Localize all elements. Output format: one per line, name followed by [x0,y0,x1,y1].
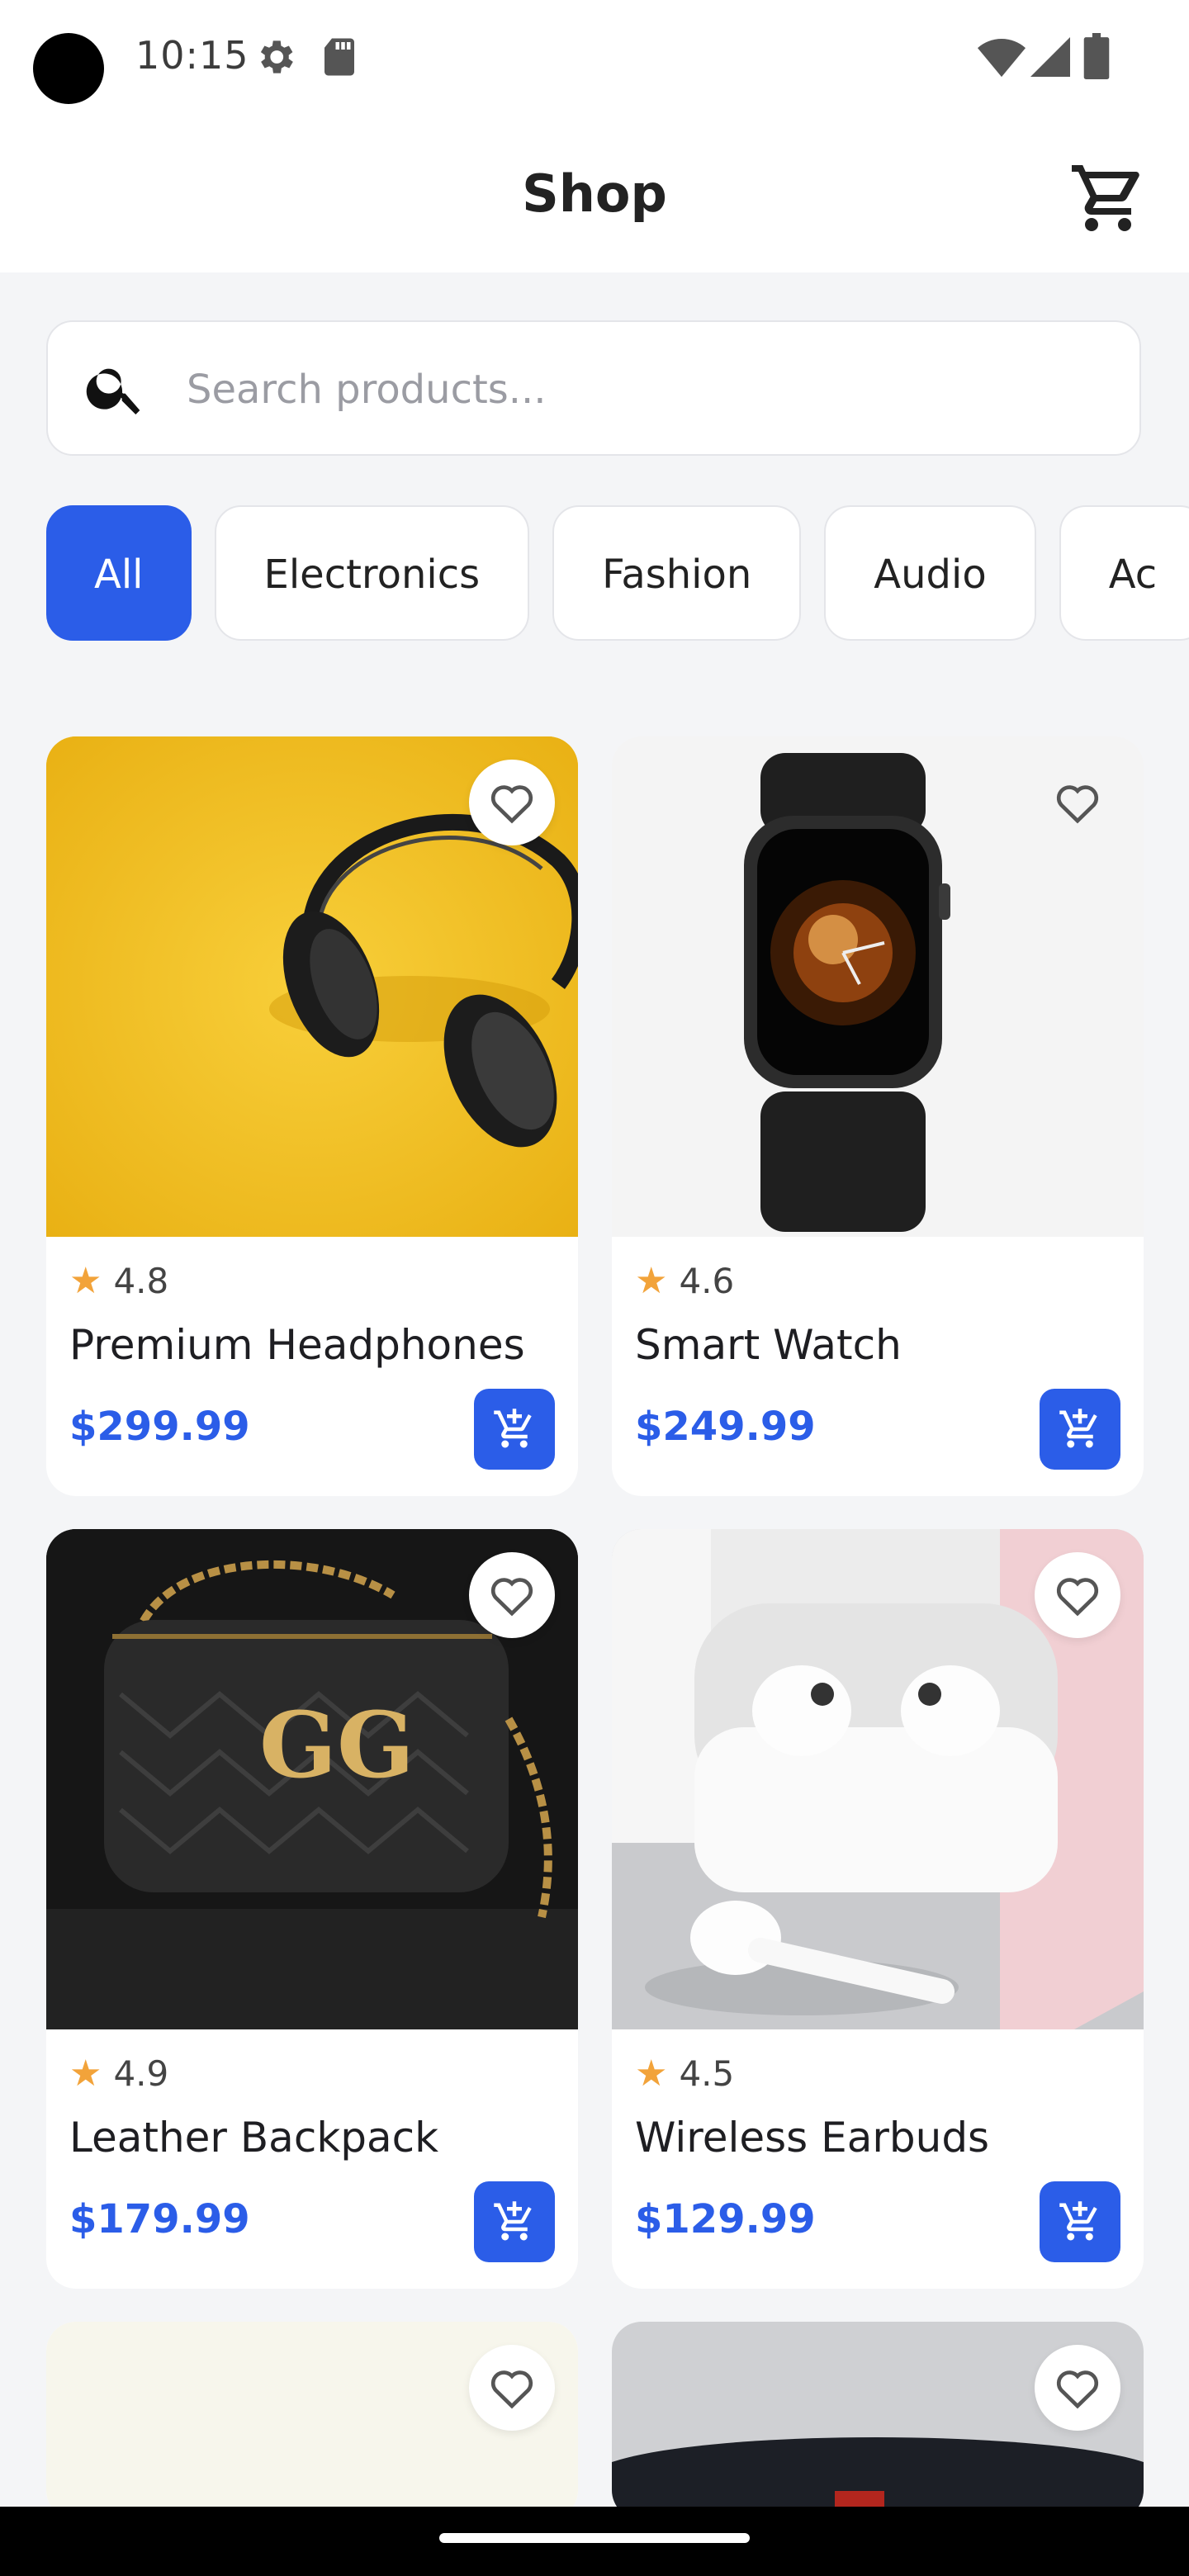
product-card[interactable]: ★ 4.6 Smart Watch $249.99 [612,736,1144,1496]
product-rating: ★ 4.5 [635,2053,735,2095]
favorite-button[interactable] [1035,2345,1120,2431]
product-price: $129.99 [635,2196,816,2242]
product-price: $249.99 [635,1404,816,1450]
heart-icon [1056,785,1099,824]
category-chips: All Electronics Fashion Audio Ac [46,505,1189,644]
heart-icon [490,785,533,824]
status-bar: 10:15 [0,0,1189,124]
product-price: $299.99 [69,1404,250,1450]
star-icon: ★ [69,2053,102,2095]
add-to-cart-button[interactable] [1040,1389,1120,1470]
chip-electronics[interactable]: Electronics [214,505,530,641]
favorite-button[interactable] [1035,760,1120,845]
product-card[interactable]: ★ 4.5 Wireless Earbuds $129.99 [612,1529,1144,2289]
app-bar: Shop [0,124,1189,272]
svg-text:GG: GG [259,1692,414,1798]
page-title: Shop [522,163,667,224]
chip-all[interactable]: All [46,505,192,641]
product-card[interactable]: GG ★ 4.9 Leather Backpack $179.99 [46,1529,578,2289]
product-rating: ★ 4.6 [635,1260,735,1302]
signal-icon [1030,37,1070,77]
star-icon: ★ [635,2053,668,2095]
heart-icon [1056,1578,1099,1617]
product-name: Smart Watch [635,1321,902,1369]
chip-fashion[interactable]: Fashion [552,505,802,641]
chip-accessories[interactable]: Ac [1059,505,1189,641]
add-to-cart-icon [1059,2201,1097,2241]
add-to-cart-button[interactable] [474,2181,555,2262]
product-name: Wireless Earbuds [635,2114,990,2162]
heart-icon [490,1578,533,1617]
home-gesture-handle[interactable] [439,2533,750,2543]
search-icon [86,368,140,414]
add-to-cart-icon [494,2201,532,2241]
add-to-cart-button[interactable] [1040,2181,1120,2262]
add-to-cart-button[interactable] [474,1389,555,1470]
product-price: $179.99 [69,2196,250,2242]
favorite-button[interactable] [469,2345,555,2431]
product-name: Leather Backpack [69,2114,439,2162]
star-icon: ★ [69,1260,102,1302]
heart-icon [490,2370,533,2409]
search-bar [46,320,1141,456]
navigation-bar [0,2507,1189,2576]
sd-card-icon [324,38,354,76]
star-icon: ★ [635,1260,668,1302]
product-rating: ★ 4.9 [69,2053,169,2095]
wifi-icon [978,39,1026,78]
camera-cutout [33,33,104,104]
battery-icon [1083,33,1110,79]
favorite-button[interactable] [469,1552,555,1638]
chip-audio[interactable]: Audio [824,505,1036,641]
favorite-button[interactable] [469,760,555,845]
settings-icon [260,40,293,73]
product-card[interactable]: ★ 4.8 Premium Headphones $299.99 [46,736,578,1496]
product-name: Premium Headphones [69,1321,525,1369]
product-card[interactable] [46,2322,578,2520]
add-to-cart-icon [494,1409,532,1448]
product-rating: ★ 4.8 [69,1260,169,1302]
favorite-button[interactable] [1035,1552,1120,1638]
cart-icon[interactable] [1068,159,1148,238]
add-to-cart-icon [1059,1409,1097,1448]
search-input[interactable] [185,352,1097,428]
product-card[interactable] [612,2322,1144,2520]
status-time: 10:15 [135,33,249,78]
heart-icon [1056,2370,1099,2409]
